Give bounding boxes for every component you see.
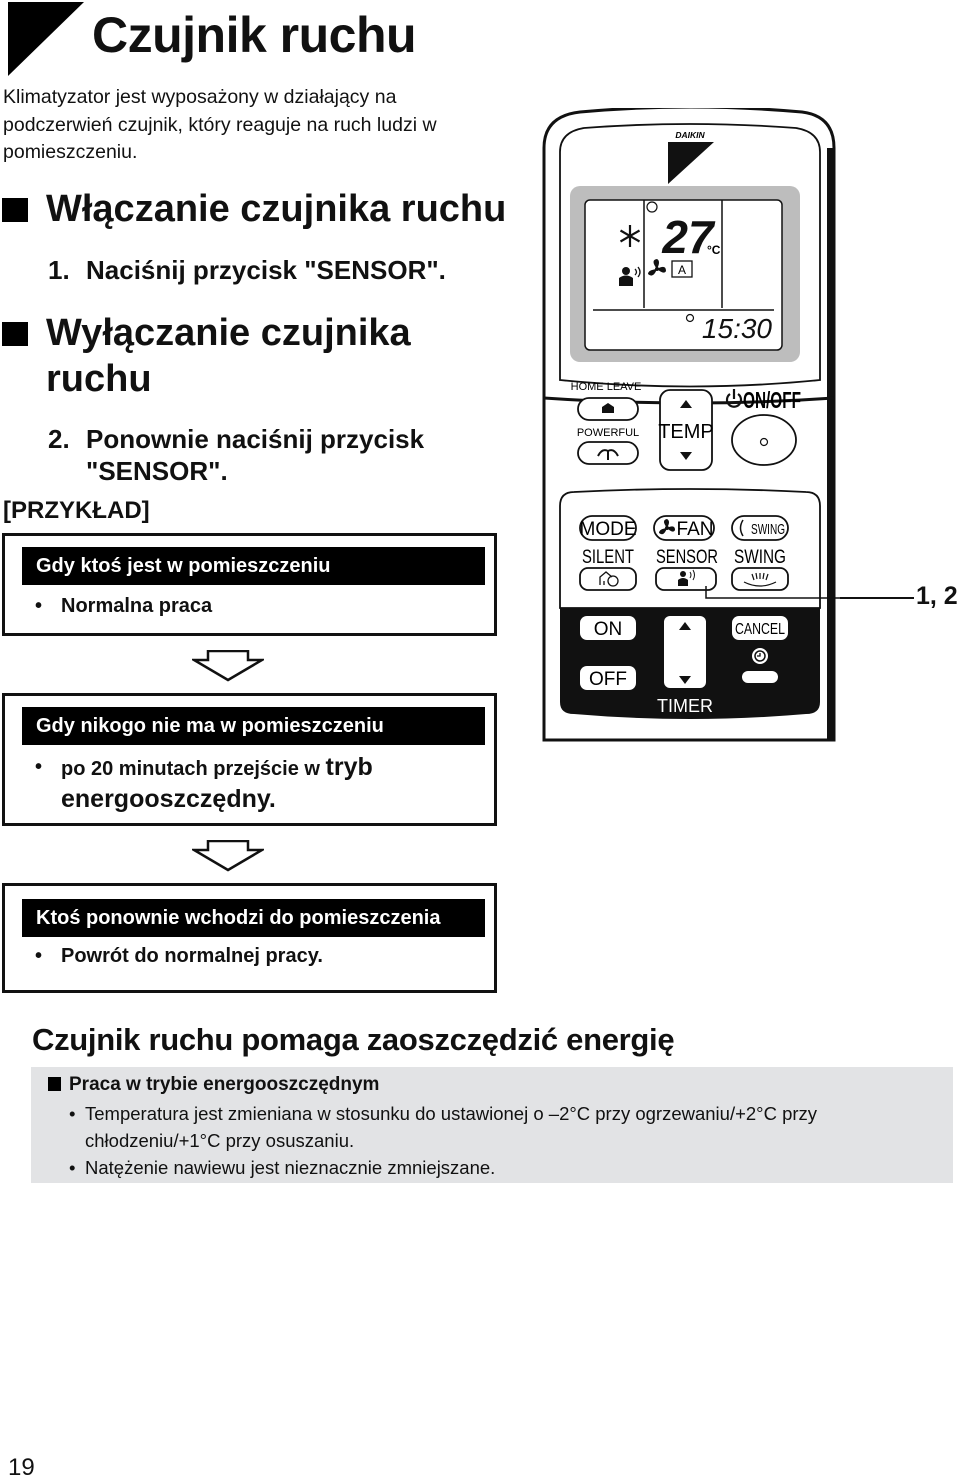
timer-clock-button[interactable]	[742, 671, 778, 683]
section-heading-text-line2: ruchu	[46, 358, 152, 400]
flow-item-text: po 20 minutach przejście w tryb	[61, 752, 373, 784]
powerful-label: POWERFUL	[577, 427, 639, 439]
intro-paragraph: Klimatyzator jest wyposażony w działając…	[3, 86, 437, 163]
square-bullet-icon	[48, 1077, 61, 1091]
timer-label: TIMER	[657, 696, 713, 716]
lcd-temperature-unit: °C	[707, 243, 721, 257]
bullet: •	[69, 1103, 76, 1124]
down-arrow-icon	[192, 840, 264, 872]
bullet: •	[35, 756, 43, 778]
list-item-text: Temperatura jest zmieniana w stosunku do…	[85, 1103, 818, 1151]
temp-label: TEMP	[658, 421, 714, 443]
step-text: Naciśnij przycisk "SENSOR".	[86, 255, 446, 285]
list-item-text: Natężenie nawiewu jest nieznacznie zmnie…	[85, 1157, 496, 1178]
section-heading-text: Wyłączanie czujnika	[46, 312, 411, 354]
flow-item-text-part2: tryb	[325, 753, 373, 781]
callout-line-extension	[840, 597, 914, 599]
flow-item-text: Powrót do normalnej pracy.	[61, 945, 323, 967]
on-off-label: ON/OFF	[743, 387, 801, 413]
callout-label: 1, 2	[916, 582, 958, 610]
square-bullet-icon	[2, 198, 28, 222]
bullet: •	[35, 945, 43, 967]
corner-triangle-icon	[8, 2, 84, 76]
flow-box-item: • po 20 minutach przejście w tryb energo…	[35, 752, 475, 816]
flow-item-text-part1: po 20 minutach przejście w	[61, 758, 320, 780]
flow-box-title: Gdy nikogo nie ma w pomieszczeniu	[22, 707, 485, 745]
sensor-label: SENSOR	[656, 547, 718, 568]
step-number: 2.	[48, 424, 70, 454]
flow-item-text: Normalna praca	[61, 595, 213, 617]
energy-section-title: Czujnik ruchu pomaga zaoszczędzić energi…	[32, 1022, 675, 1057]
fan-label: FAN	[677, 519, 714, 540]
cancel-label: CANCEL	[735, 621, 785, 638]
square-bullet-icon	[2, 322, 28, 346]
step-1: 1. Naciśnij przycisk "SENSOR".	[48, 255, 518, 285]
bullet: •	[35, 595, 43, 617]
list-item: • Natężenie nawiewu jest nieznacznie zmn…	[69, 1154, 929, 1181]
page-title: Czujnik ruchu	[92, 7, 417, 63]
step-text: Ponownie naciśnij przycisk	[86, 424, 425, 454]
timer-on-label: ON	[594, 619, 623, 640]
timer-off-label: OFF	[589, 669, 627, 690]
flow-box-title: Ktoś ponownie wchodzi do pomieszczenia	[22, 899, 485, 937]
lcd-clock: 15:30	[702, 313, 772, 344]
flow-box-present: Gdy ktoś jest w pomieszczeniu • Normalna…	[2, 533, 497, 636]
section-heading-disable: Wyłączanie czujnika ruchu	[0, 310, 520, 402]
flow-box-absent: Gdy nikogo nie ma w pomieszczeniu • po 2…	[2, 693, 497, 826]
flow-box-return: Ktoś ponownie wchodzi do pomieszczenia •…	[2, 883, 497, 993]
down-arrow-icon	[192, 650, 264, 682]
brand-label: DAIKIN	[675, 130, 705, 140]
on-off-button[interactable]	[731, 414, 797, 466]
swing-label: SWING	[734, 547, 786, 568]
step-text-line2: "SENSOR".	[86, 456, 228, 486]
section-heading-text: Włączanie czujnika ruchu	[46, 188, 507, 230]
energy-list: • Temperatura jest zmieniana w stosunku …	[69, 1100, 929, 1181]
example-label: [PRZYKŁAD]	[3, 497, 150, 524]
flow-item-text-line2: energooszczędny.	[61, 785, 276, 813]
swing-top-label: SWING	[751, 521, 785, 538]
lcd-fan-mode: A	[678, 263, 686, 277]
energy-subheading-text: Praca w trybie energooszczędnym	[69, 1074, 380, 1095]
timer-clock-icon	[752, 648, 768, 664]
step-number: 1.	[48, 255, 70, 285]
step-2: 2. Ponownie naciśnij przycisk "SENSOR".	[48, 424, 518, 486]
energy-subheading: Praca w trybie energooszczędnym	[48, 1074, 379, 1096]
flow-box-title: Gdy ktoś jest w pomieszczeniu	[22, 547, 485, 585]
remote-control-illustration: DAIKIN 27 °C A 15:30 HOME LEAVE POWERFUL…	[542, 108, 840, 742]
mode-label: MODE	[580, 519, 637, 540]
page-number: 19	[8, 1454, 35, 1481]
silent-label: SILENT	[582, 547, 634, 568]
section-heading-enable: Włączanie czujnika ruchu	[0, 186, 520, 232]
home-leave-label: HOME LEAVE	[571, 381, 642, 393]
bullet: •	[69, 1157, 76, 1178]
energy-info-box: Praca w trybie energooszczędnym • Temper…	[31, 1067, 953, 1183]
list-item: • Temperatura jest zmieniana w stosunku …	[69, 1100, 929, 1154]
